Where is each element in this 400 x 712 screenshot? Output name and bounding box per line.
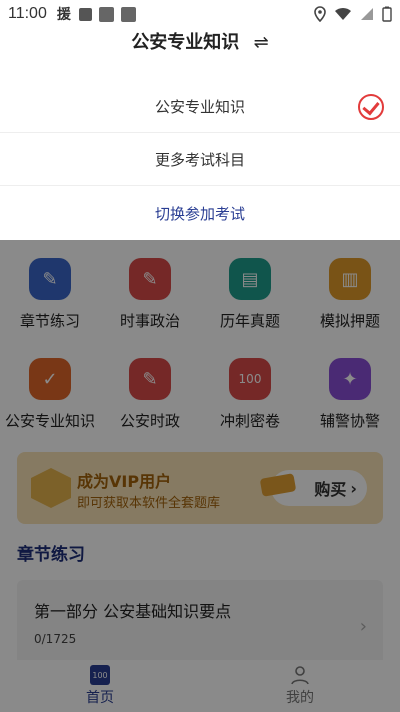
notification-square-icon <box>120 6 136 22</box>
sheet-title-text: 公安专业知识 <box>131 32 240 53</box>
battery-icon <box>382 6 392 22</box>
option-police-knowledge[interactable]: 公安专业知识 <box>0 81 400 133</box>
status-time: 11:00 <box>8 5 47 22</box>
sheet-title[interactable]: 公安专业知识 ⇌ <box>0 28 400 54</box>
status-bar: 11:00 援 <box>0 0 400 28</box>
status-right <box>314 6 392 22</box>
location-icon <box>314 6 326 22</box>
option-label: 切换参加考试 <box>154 204 245 223</box>
option-label: 更多考试科目 <box>154 151 245 169</box>
option-label: 公安专业知识 <box>154 98 245 116</box>
swap-icon: ⇌ <box>253 32 269 53</box>
app-notification-icon: 援 <box>56 7 71 23</box>
option-switch-exam[interactable]: 切换参加考试 <box>0 187 400 239</box>
dim-overlay[interactable] <box>0 240 400 712</box>
notification-a-icon <box>78 7 92 21</box>
option-more-subjects[interactable]: 更多考试科目 <box>0 134 400 186</box>
wifi-icon <box>335 7 351 20</box>
notification-square-icon <box>98 6 114 22</box>
check-circle-icon <box>358 94 384 120</box>
subject-sheet: 11:00 援 公安专业知识 ⇌ 公安专业知识 更多考试科目 切换参加考试 <box>0 0 400 240</box>
signal-icon <box>361 8 373 20</box>
